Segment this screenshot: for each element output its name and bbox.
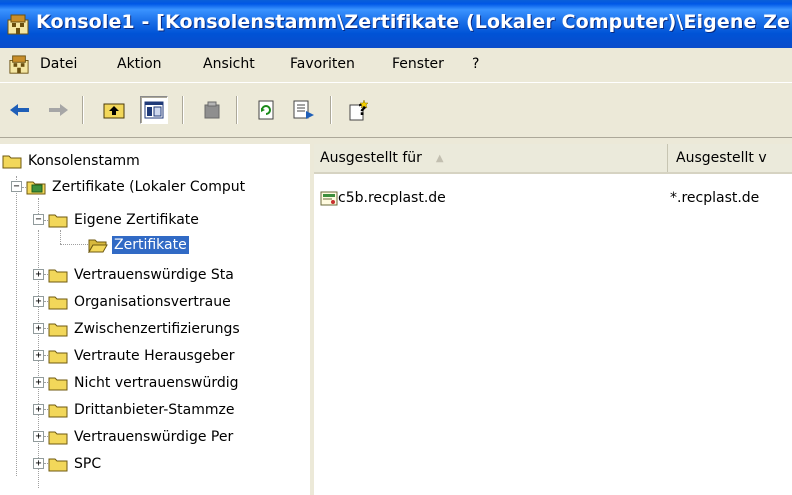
refresh-button[interactable] bbox=[252, 96, 280, 124]
menu-favoriten[interactable]: Favoriten bbox=[290, 56, 355, 72]
console-tree[interactable]: Konsolenstamm − Zertifikate (Lokaler Com… bbox=[0, 144, 312, 495]
tree-item-label: Vertrauenswürdige Per bbox=[74, 429, 234, 445]
folder-icon bbox=[48, 269, 68, 283]
certificate-store-icon bbox=[26, 181, 46, 195]
tree-item-folder[interactable]: Organisationsvertraue bbox=[48, 291, 233, 313]
show-hide-tree-button[interactable] bbox=[140, 96, 168, 124]
tree-item-label: Vertraute Herausgeber bbox=[74, 348, 235, 364]
folder-icon bbox=[48, 404, 68, 418]
toolbar-separator bbox=[330, 96, 332, 124]
tree-expand-toggle[interactable]: + bbox=[33, 458, 44, 469]
tree-item-label: Drittanbieter-Stammze bbox=[74, 402, 235, 418]
tree-item-folder[interactable]: Drittanbieter-Stammze bbox=[48, 399, 236, 421]
column-header-issued-by[interactable]: Ausgestellt v bbox=[670, 144, 792, 172]
mmc-console-icon[interactable] bbox=[8, 55, 30, 75]
window-title: Konsole1 - [Konsolenstamm\Zertifikate (L… bbox=[36, 11, 791, 33]
folder-icon bbox=[48, 377, 68, 391]
sort-ascending-icon: ▲ bbox=[435, 152, 444, 164]
tree-item-label: Zertifikate bbox=[112, 236, 189, 254]
tree-connector bbox=[60, 244, 90, 245]
tree-collapse-toggle[interactable]: − bbox=[33, 214, 44, 225]
tree-item-folder[interactable]: Nicht vertrauenswürdig bbox=[48, 372, 241, 394]
toolbar-separator bbox=[236, 96, 238, 124]
menu-help[interactable]: ? bbox=[472, 56, 479, 72]
tree-expand-toggle[interactable]: + bbox=[33, 296, 44, 307]
tree-expand-toggle[interactable]: + bbox=[33, 404, 44, 415]
toolbar: ? bbox=[0, 82, 792, 138]
menu-fenster[interactable]: Fenster bbox=[392, 56, 444, 72]
menu-aktion[interactable]: Aktion bbox=[117, 56, 162, 72]
tree-item-folder[interactable]: Vertrauenswürdige Per bbox=[48, 426, 235, 448]
tree-item-konsolenstamm[interactable]: Konsolenstamm bbox=[2, 150, 142, 172]
title-bar[interactable]: Konsole1 - [Konsolenstamm\Zertifikate (L… bbox=[0, 0, 792, 48]
tree-item-label: SPC bbox=[74, 456, 102, 472]
up-folder-icon bbox=[103, 103, 125, 119]
tree-item-folder[interactable]: SPC bbox=[48, 453, 103, 475]
show-hide-tree-icon bbox=[144, 101, 164, 119]
toolbar-separator bbox=[82, 96, 84, 124]
tree-collapse-toggle[interactable]: − bbox=[11, 181, 22, 192]
folder-icon bbox=[48, 296, 68, 310]
tree-item-label: Zwischenzertifizierungs bbox=[74, 321, 240, 337]
column-header-issued-to[interactable]: Ausgestellt für ▲ bbox=[314, 144, 668, 172]
tree-item-zertifikate-store[interactable]: Zertifikate (Lokaler Comput bbox=[26, 176, 247, 198]
tree-expand-toggle[interactable]: + bbox=[33, 431, 44, 442]
up-one-level-button[interactable] bbox=[100, 96, 128, 124]
open-folder-icon bbox=[88, 239, 108, 253]
column-header-label: Ausgestellt v bbox=[676, 150, 767, 166]
tree-connector bbox=[16, 176, 17, 476]
menu-ansicht[interactable]: Ansicht bbox=[203, 56, 255, 72]
tree-item-zertifikate-selected[interactable]: Zertifikate bbox=[88, 234, 189, 256]
refresh-icon bbox=[258, 100, 274, 120]
column-header-label: Ausgestellt für bbox=[320, 150, 422, 166]
list-header: Ausgestellt für ▲ Ausgestellt v bbox=[314, 144, 792, 174]
folder-icon bbox=[2, 155, 22, 169]
table-row[interactable]: c5b.recplast.de *.recplast.de bbox=[314, 188, 792, 210]
menu-bar: Datei Aktion Ansicht Favoriten Fenster ? bbox=[0, 48, 792, 82]
tree-expand-toggle[interactable]: + bbox=[33, 350, 44, 361]
folder-icon bbox=[48, 350, 68, 364]
back-arrow-icon bbox=[10, 104, 29, 116]
tree-item-label: Nicht vertrauenswürdig bbox=[74, 375, 239, 391]
export-list-icon bbox=[293, 100, 314, 119]
toolbar-separator bbox=[182, 96, 184, 124]
tree-item-folder[interactable]: Vertrauenswürdige Sta bbox=[48, 264, 236, 286]
folder-icon bbox=[48, 431, 68, 445]
cell-issued-by: *.recplast.de bbox=[670, 190, 760, 206]
tree-item-label: Vertrauenswürdige Sta bbox=[74, 267, 234, 283]
export-list-button[interactable] bbox=[290, 96, 318, 124]
result-list[interactable]: Ausgestellt für ▲ Ausgestellt v c5b.recp… bbox=[314, 144, 792, 495]
folder-icon bbox=[48, 214, 68, 228]
tree-expand-toggle[interactable]: + bbox=[33, 269, 44, 280]
menu-datei[interactable]: Datei bbox=[40, 56, 77, 72]
tree-item-label: Organisationsvertraue bbox=[74, 294, 231, 310]
forward-button[interactable] bbox=[44, 96, 72, 124]
tree-item-label: Zertifikate (Lokaler Comput bbox=[52, 179, 246, 195]
back-button[interactable] bbox=[6, 96, 34, 124]
help-icon: ? bbox=[349, 99, 369, 121]
tree-item-label: Eigene Zertifikate bbox=[74, 212, 199, 228]
tree-item-folder[interactable]: Vertraute Herausgeber bbox=[48, 345, 237, 367]
cell-issued-to: c5b.recplast.de bbox=[338, 190, 446, 206]
tree-item-folder[interactable]: Zwischenzertifizierungs bbox=[48, 318, 242, 340]
folder-icon bbox=[48, 323, 68, 337]
tree-item-label: Konsolenstamm bbox=[28, 153, 140, 169]
tree-item-eigene-zertifikate[interactable]: Eigene Zertifikate bbox=[48, 209, 201, 231]
delete-icon bbox=[204, 101, 220, 119]
tree-expand-toggle[interactable]: + bbox=[33, 377, 44, 388]
help-button[interactable]: ? bbox=[346, 96, 374, 124]
delete-button[interactable] bbox=[198, 96, 226, 124]
certificate-icon bbox=[320, 191, 338, 206]
tree-expand-toggle[interactable]: + bbox=[33, 323, 44, 334]
mmc-console-icon bbox=[7, 14, 29, 35]
folder-icon bbox=[48, 458, 68, 472]
forward-arrow-icon bbox=[49, 104, 68, 116]
tree-connector bbox=[60, 230, 61, 244]
